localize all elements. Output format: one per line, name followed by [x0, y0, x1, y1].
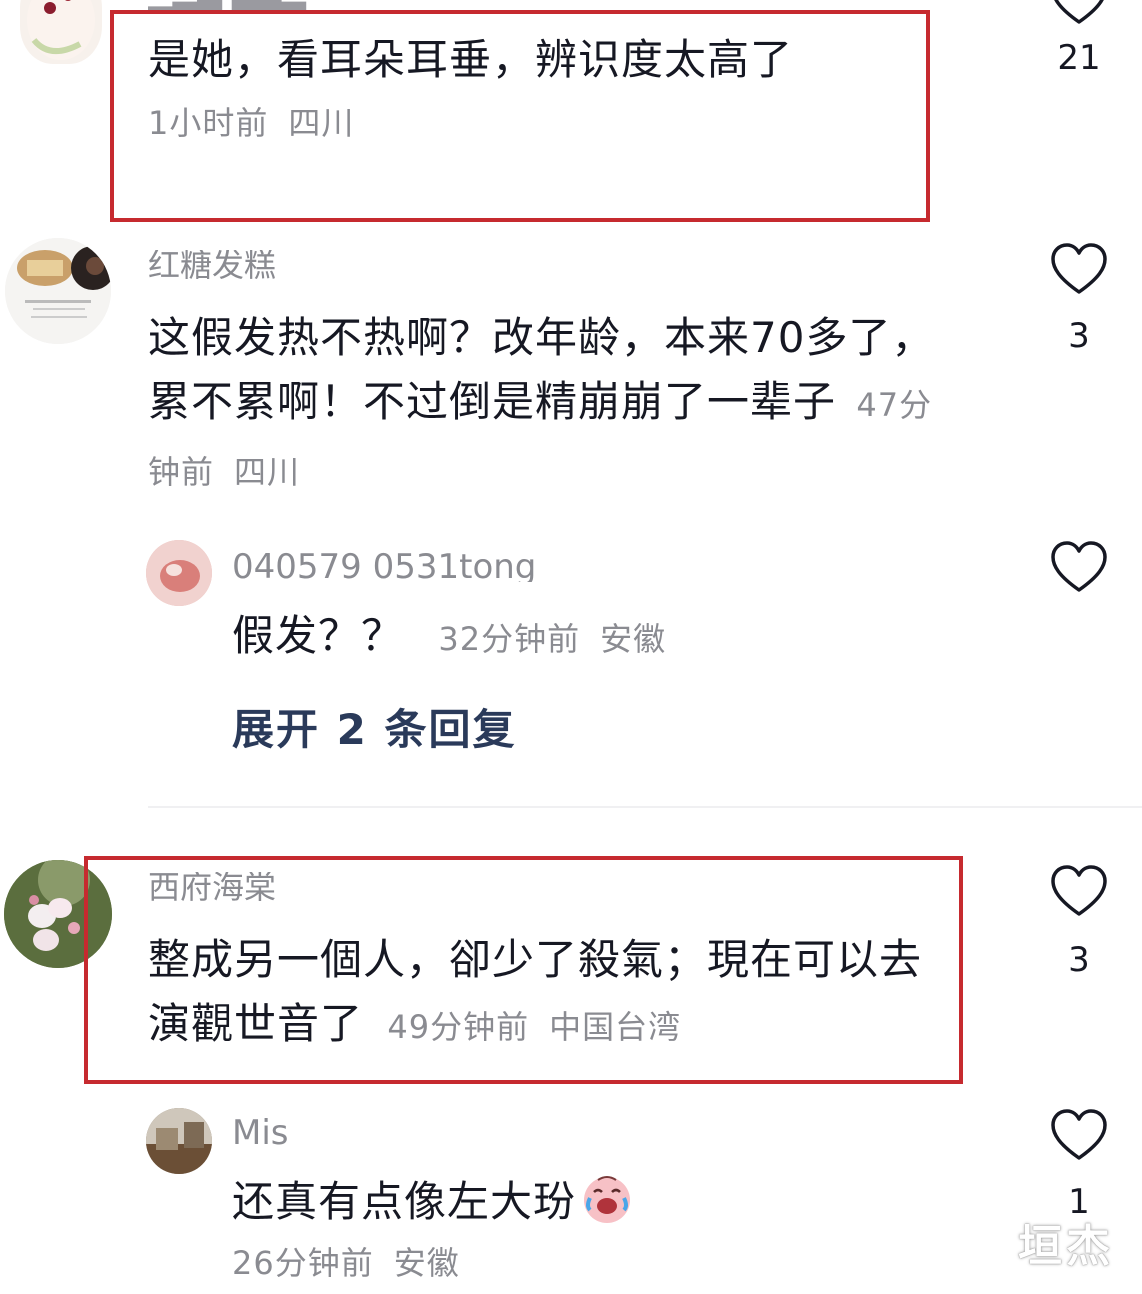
expand-replies-button[interactable]: 展开 2 条回复: [232, 696, 516, 757]
like-count: 21: [1057, 38, 1101, 78]
comment-text: 整成另一個人，卻少了殺氣；現在可以去演觀世音了 49分钟前 中国台湾: [148, 928, 958, 1059]
reply-time: 32分钟前: [438, 620, 581, 658]
comment-location: 四川: [234, 453, 301, 491]
heart-icon[interactable]: [1049, 540, 1109, 594]
avatar[interactable]: [5, 238, 111, 344]
reply-location: 安徽: [393, 1244, 460, 1282]
reply-text-content: 假发？？: [232, 611, 405, 660]
like-count: 3: [1068, 316, 1090, 356]
heart-icon[interactable]: [1049, 0, 1109, 26]
heart-icon[interactable]: [1049, 242, 1109, 296]
comment-text-content: 这假发热不热啊？改年龄，本来70多了，累不累啊！不过倒是精崩崩了一辈子: [148, 313, 935, 426]
comment-meta: 1小时前 四川: [148, 98, 354, 144]
reply-meta: 32分钟前 安徽: [438, 620, 666, 658]
like-count: 3: [1068, 940, 1090, 980]
avatar[interactable]: [146, 540, 212, 606]
comment-time: 49分钟前: [387, 1008, 530, 1046]
comment-text: 是她，看耳朵耳垂，辨识度太高了: [148, 28, 908, 92]
reply-text-content: 还真有点像左大玢: [232, 1177, 577, 1226]
crying-laughing-face-icon: [584, 1176, 631, 1223]
avatar[interactable]: [20, 0, 102, 64]
comment-author[interactable]: 西府海棠: [148, 872, 448, 902]
comment-text: 这假发热不热啊？改年龄，本来70多了，累不累啊！不过倒是精崩崩了一辈子 47分钟…: [148, 306, 958, 504]
heart-icon[interactable]: [1049, 864, 1109, 918]
divider: [148, 806, 1142, 808]
comment-author[interactable]: 红糖发糕: [148, 250, 448, 280]
comment-meta: 49分钟前 中国台湾: [387, 1008, 681, 1046]
reply-author[interactable]: 040579 0531tong: [232, 552, 632, 582]
reply-location: 安徽: [600, 620, 667, 658]
heart-icon[interactable]: [1049, 1108, 1109, 1162]
comment-text-content: 是她，看耳朵耳垂，辨识度太高了: [148, 35, 794, 84]
comment-location: 四川: [288, 104, 355, 142]
comment-time: 1小时前: [148, 104, 269, 142]
reply-meta: 26分钟前 安徽: [232, 1238, 460, 1284]
reply-text: 还真有点像左大玢: [232, 1170, 992, 1234]
reply-time: 26分钟前: [232, 1244, 374, 1282]
reply-text: 假发？？ 32分钟前 安徽: [232, 604, 992, 671]
avatar[interactable]: [146, 1108, 212, 1174]
reply-author[interactable]: Mis: [232, 1118, 432, 1148]
comment-location: 中国台湾: [549, 1008, 682, 1046]
watermark: 垣杰: [1018, 1221, 1114, 1272]
